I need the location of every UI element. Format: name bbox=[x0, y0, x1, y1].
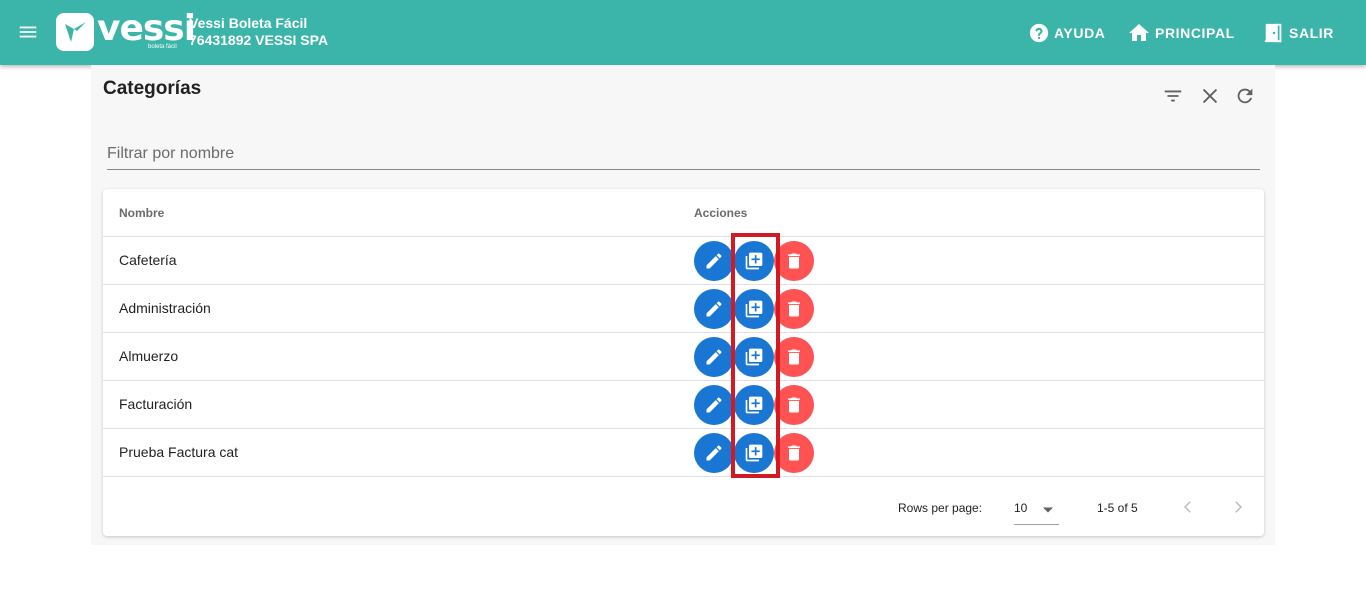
edit-button[interactable] bbox=[694, 241, 734, 281]
company-name: 76431892 VESSI SPA bbox=[189, 32, 329, 48]
refresh-button[interactable] bbox=[1233, 84, 1257, 108]
home-label: PRINCIPAL bbox=[1155, 25, 1235, 41]
row-actions bbox=[694, 241, 814, 281]
edit-button[interactable] bbox=[694, 289, 734, 329]
logo-mark-icon bbox=[56, 13, 94, 51]
home-button[interactable]: PRINCIPAL bbox=[1127, 20, 1235, 46]
clear-filter-button[interactable] bbox=[1198, 84, 1222, 108]
table-row: Cafetería bbox=[103, 237, 1264, 285]
pencil-icon bbox=[706, 253, 722, 269]
trash-icon bbox=[788, 349, 800, 365]
door-exit-icon bbox=[1264, 23, 1282, 43]
duplicate-button[interactable] bbox=[734, 241, 774, 281]
trash-icon bbox=[788, 445, 800, 461]
column-header-name[interactable]: Nombre bbox=[119, 206, 164, 220]
caret-down-icon bbox=[1043, 507, 1053, 513]
pencil-icon bbox=[706, 397, 722, 413]
duplicate-button[interactable] bbox=[734, 289, 774, 329]
edit-button[interactable] bbox=[694, 337, 734, 377]
home-icon bbox=[1129, 24, 1149, 41]
duplicate-button[interactable] bbox=[734, 385, 774, 425]
delete-button[interactable] bbox=[774, 433, 814, 473]
app-titles: Vessi Boleta Fácil 76431892 VESSI SPA bbox=[189, 15, 328, 49]
logo-text: vessi bbox=[97, 8, 196, 49]
pencil-icon bbox=[706, 301, 722, 317]
duplicate-button[interactable] bbox=[734, 433, 774, 473]
chevron-left-icon bbox=[1183, 501, 1191, 513]
name-filter-input[interactable] bbox=[107, 143, 1260, 165]
pencil-icon bbox=[706, 349, 722, 365]
library-add-icon bbox=[745, 252, 763, 270]
rows-per-page-value: 10 bbox=[1014, 501, 1028, 515]
logout-label: SALIR bbox=[1289, 25, 1334, 41]
rows-per-page-select[interactable]: 10 bbox=[1014, 491, 1059, 525]
close-icon bbox=[1202, 88, 1218, 104]
menu-icon bbox=[19, 26, 37, 38]
table-footer: Rows per page: 10 1-5 of 5 bbox=[103, 478, 1264, 536]
column-header-actions: Acciones bbox=[694, 206, 748, 220]
logo-subtext: boleta fácil bbox=[148, 44, 177, 50]
table-header: Nombre Acciones bbox=[103, 189, 1264, 237]
logout-button[interactable]: SALIR bbox=[1263, 20, 1334, 46]
delete-button[interactable] bbox=[774, 241, 814, 281]
filter-button[interactable] bbox=[1161, 84, 1185, 108]
category-name: Facturación bbox=[119, 396, 193, 412]
library-add-icon bbox=[745, 300, 763, 318]
library-add-icon bbox=[745, 396, 763, 414]
filter-list-icon bbox=[1164, 90, 1182, 102]
chevron-right-icon bbox=[1235, 501, 1243, 513]
help-button[interactable]: AYUDA bbox=[1028, 20, 1106, 46]
trash-icon bbox=[788, 397, 800, 413]
row-actions bbox=[694, 433, 814, 473]
table-row: Almuerzo bbox=[103, 333, 1264, 381]
menu-button[interactable] bbox=[12, 16, 44, 48]
duplicate-button[interactable] bbox=[734, 337, 774, 377]
library-add-icon bbox=[745, 348, 763, 366]
row-actions bbox=[694, 385, 814, 425]
table-row: Prueba Factura cat bbox=[103, 429, 1264, 477]
category-name: Prueba Factura cat bbox=[119, 444, 239, 460]
categories-table: Nombre Acciones Cafetería Administración bbox=[103, 189, 1264, 536]
table-row: Facturación bbox=[103, 381, 1264, 429]
delete-button[interactable] bbox=[774, 289, 814, 329]
help-label: AYUDA bbox=[1054, 25, 1106, 41]
library-add-icon bbox=[745, 444, 763, 462]
app-bar: vessi boleta fácil Vessi Boleta Fácil 76… bbox=[0, 0, 1366, 65]
help-icon bbox=[1029, 23, 1049, 43]
page-info: 1-5 of 5 bbox=[1097, 501, 1138, 515]
refresh-icon bbox=[1237, 88, 1253, 104]
trash-icon bbox=[788, 301, 800, 317]
trash-icon bbox=[788, 253, 800, 269]
table-row: Administración bbox=[103, 285, 1264, 333]
previous-page-button[interactable] bbox=[1176, 495, 1200, 519]
row-actions bbox=[694, 337, 814, 377]
edit-button[interactable] bbox=[694, 385, 734, 425]
category-name: Almuerzo bbox=[119, 348, 179, 364]
app-title: Vessi Boleta Fácil bbox=[189, 15, 308, 31]
pencil-icon bbox=[706, 445, 722, 461]
name-filter-field bbox=[107, 137, 1260, 170]
delete-button[interactable] bbox=[774, 385, 814, 425]
row-actions bbox=[694, 289, 814, 329]
category-name: Administración bbox=[119, 300, 211, 316]
next-page-button[interactable] bbox=[1226, 495, 1250, 519]
edit-button[interactable] bbox=[694, 433, 734, 473]
rows-per-page-label: Rows per page: bbox=[898, 501, 983, 515]
category-name: Cafetería bbox=[119, 252, 177, 268]
categories-card: Categorías Nombre Acciones Cafetería bbox=[91, 65, 1275, 545]
page-title: Categorías bbox=[103, 78, 202, 99]
vessi-logo: vessi boleta fácil bbox=[56, 8, 196, 53]
delete-button[interactable] bbox=[774, 337, 814, 377]
